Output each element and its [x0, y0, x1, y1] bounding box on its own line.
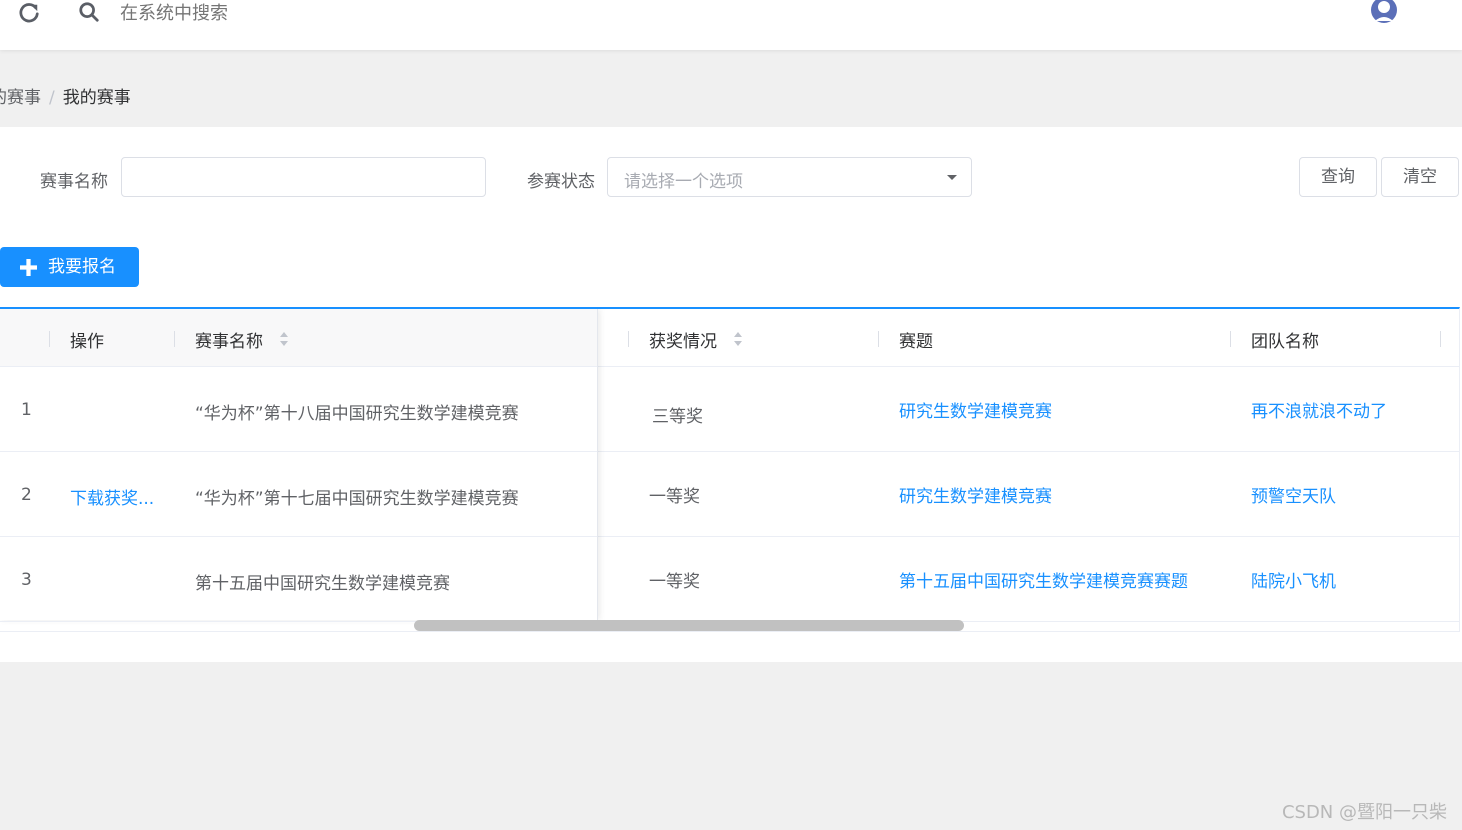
- refresh-icon[interactable]: [18, 2, 40, 24]
- sort-icon[interactable]: [279, 331, 289, 347]
- horizontal-scrollbar[interactable]: [414, 620, 964, 631]
- table-row: 2 下载获奖... “华为杯”第十七届中国研究生数学建模竞赛: [0, 452, 597, 537]
- table-row: 3 第十五届中国研究生数学建模竞赛: [0, 537, 597, 622]
- row-index: 3: [21, 570, 32, 590]
- topic-link[interactable]: 研究生数学建模竞赛: [899, 397, 1052, 422]
- breadcrumb-separator: /: [49, 88, 55, 108]
- competition-name-input[interactable]: [121, 157, 486, 197]
- fixed-table-header: 操作 赛事名称: [0, 309, 597, 367]
- table-row: 1 “华为杯”第十八届中国研究生数学建模竞赛: [0, 367, 597, 452]
- breadcrumb: 的赛事 / 我的赛事: [0, 83, 131, 108]
- award-cell: 一等奖: [649, 572, 700, 592]
- register-button-label: 我要报名: [48, 257, 116, 277]
- header-team: 团队名称: [1251, 332, 1319, 352]
- download-award-link[interactable]: 下载获奖...: [70, 484, 154, 509]
- column-divider: [1230, 331, 1231, 347]
- status-select-placeholder: 请选择一个选项: [624, 172, 743, 192]
- fixed-left-columns: 操作 赛事名称 1 “华为杯”第十八届中国研究生数学建模竞赛 2 下载获奖...…: [0, 309, 598, 622]
- competition-name-cell: 第十五届中国研究生数学建模竞赛: [195, 574, 450, 594]
- topic-link[interactable]: 研究生数学建模竞赛: [899, 482, 1052, 507]
- competition-name-cell: “华为杯”第十八届中国研究生数学建模竞赛: [195, 404, 519, 424]
- row-index: 1: [21, 400, 32, 420]
- competition-table: 获奖情况 赛题 团队名称 三等奖 研究生数学建模竞赛 再不浪就浪不动了 一等奖 …: [0, 307, 1460, 632]
- competition-name-cell: “华为杯”第十七届中国研究生数学建模竞赛: [195, 489, 519, 509]
- register-button[interactable]: 我要报名: [0, 247, 139, 287]
- status-select[interactable]: 请选择一个选项: [607, 157, 972, 197]
- header-award: 获奖情况: [649, 332, 717, 352]
- chevron-down-icon: [947, 175, 957, 180]
- row-index: 2: [21, 485, 32, 505]
- team-link[interactable]: 预警空天队: [1251, 482, 1336, 507]
- team-link[interactable]: 再不浪就浪不动了: [1251, 397, 1387, 422]
- watermark: CSDN @暨阳一只柴: [1281, 802, 1447, 823]
- user-avatar[interactable]: [1370, 0, 1398, 26]
- breadcrumb-current: 我的赛事: [62, 88, 131, 108]
- query-button[interactable]: 查询: [1299, 157, 1377, 197]
- header-name: 赛事名称: [195, 332, 263, 352]
- clear-button[interactable]: 清空: [1381, 157, 1459, 197]
- column-divider: [878, 331, 879, 347]
- sort-icon[interactable]: [733, 331, 743, 347]
- header-topic: 赛题: [899, 332, 933, 352]
- top-navbar: [0, 0, 1462, 50]
- plus-icon: [20, 259, 37, 276]
- status-label: 参赛状态: [527, 172, 595, 192]
- column-divider: [174, 331, 175, 347]
- system-search-input[interactable]: [120, 0, 420, 26]
- competition-name-label: 赛事名称: [40, 172, 108, 192]
- topic-link[interactable]: 第十五届中国研究生数学建模竞赛赛题: [899, 567, 1188, 592]
- column-divider: [628, 331, 629, 347]
- main-panel: 赛事名称 参赛状态 请选择一个选项 查询 清空 我要报名 获奖情况 赛题 团队名…: [0, 127, 1462, 662]
- award-cell: 一等奖: [649, 487, 700, 507]
- award-cell: 三等奖: [652, 407, 703, 427]
- column-divider: [1440, 331, 1441, 347]
- column-divider: [49, 331, 50, 347]
- search-icon[interactable]: [78, 1, 100, 23]
- team-link[interactable]: 陆院小飞机: [1251, 567, 1336, 592]
- header-action: 操作: [70, 332, 104, 352]
- breadcrumb-parent[interactable]: 的赛事: [0, 88, 41, 108]
